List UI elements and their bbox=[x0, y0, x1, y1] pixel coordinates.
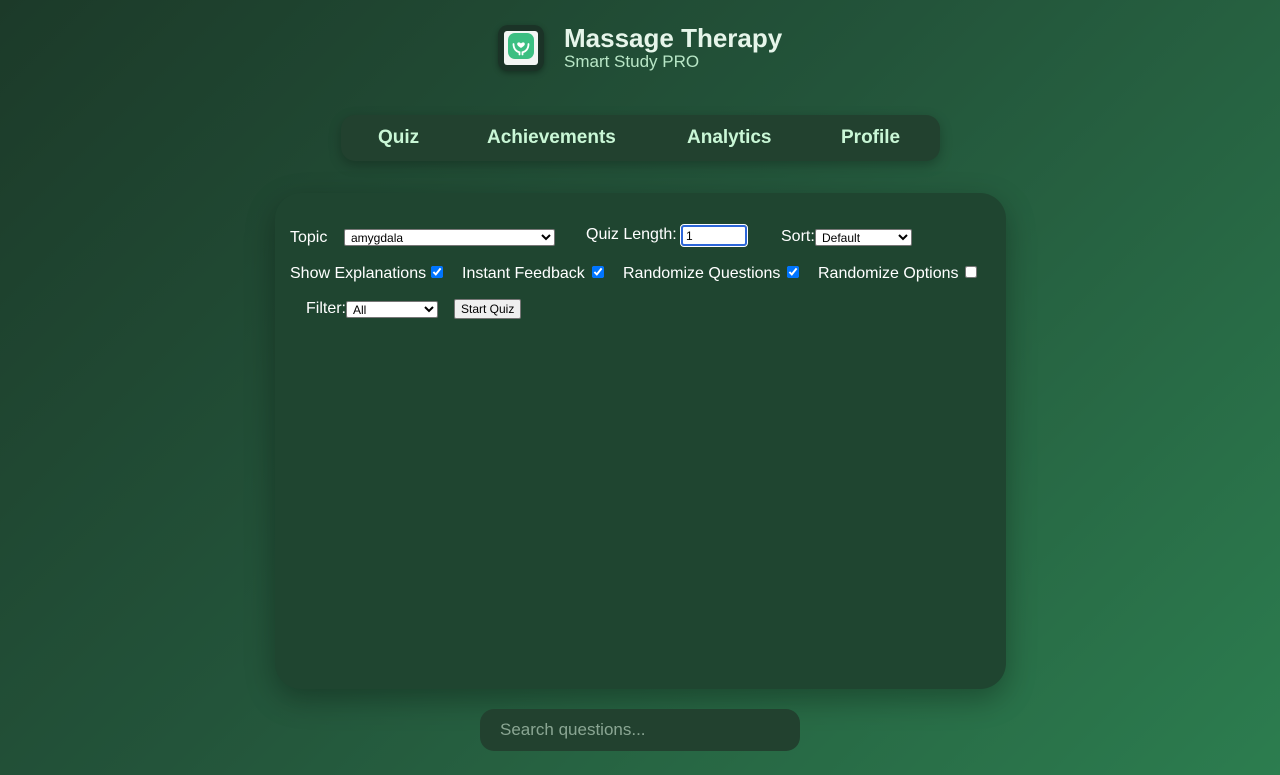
quiz-length-input[interactable] bbox=[680, 224, 748, 247]
randomize-options-label: Randomize Options bbox=[818, 265, 959, 282]
show-explanations-checkbox[interactable] bbox=[431, 266, 443, 278]
start-quiz-button[interactable]: Start Quiz bbox=[454, 299, 522, 319]
tab-analytics[interactable]: Analytics bbox=[687, 127, 771, 149]
tab-profile[interactable]: Profile bbox=[841, 127, 900, 149]
app-header: Massage Therapy Smart Study PRO bbox=[498, 24, 782, 72]
sort-label: Sort: bbox=[781, 228, 815, 245]
search-input[interactable] bbox=[480, 709, 800, 751]
tab-quiz[interactable]: Quiz bbox=[378, 127, 419, 149]
app-subtitle: Smart Study PRO bbox=[564, 52, 700, 71]
quiz-length-label: Quiz Length: bbox=[586, 226, 677, 243]
randomize-questions-label: Randomize Questions bbox=[623, 265, 781, 282]
hands-heart-icon bbox=[507, 32, 535, 65]
instant-feedback-label: Instant Feedback bbox=[462, 265, 585, 282]
app-logo bbox=[498, 25, 544, 71]
quiz-settings-panel: Topic amygdala Quiz Length: Sort: Defaul… bbox=[275, 193, 1006, 689]
instant-feedback-checkbox[interactable] bbox=[592, 266, 604, 278]
app-title: Massage Therapy bbox=[564, 23, 783, 53]
sort-select[interactable]: Default bbox=[815, 229, 912, 246]
show-explanations-label: Show Explanations bbox=[290, 265, 427, 282]
randomize-questions-checkbox[interactable] bbox=[787, 266, 799, 278]
filter-label: Filter: bbox=[306, 300, 346, 317]
randomize-options-checkbox[interactable] bbox=[965, 266, 977, 278]
topic-label: Topic bbox=[290, 229, 328, 246]
tab-achievements[interactable]: Achievements bbox=[487, 127, 616, 149]
topic-select[interactable]: amygdala bbox=[344, 229, 555, 246]
filter-select[interactable]: All bbox=[346, 301, 438, 318]
main-nav: Quiz Achievements Analytics Profile bbox=[341, 115, 940, 161]
